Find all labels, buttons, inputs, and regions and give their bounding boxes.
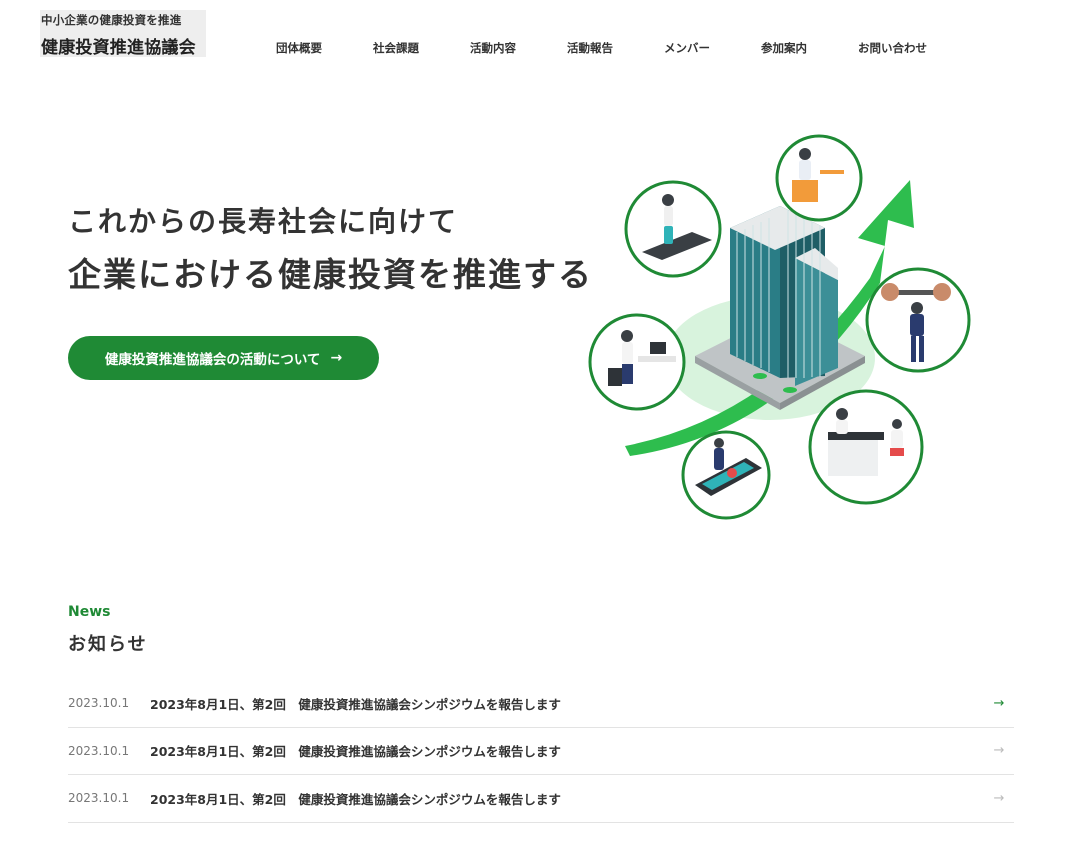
nav-item-reports[interactable]: 活動報告 xyxy=(567,40,613,56)
site-logo[interactable]: 中小企業の健康投資を推進 健康投資推進協議会 xyxy=(40,10,206,58)
nav-item-join[interactable]: 参加案内 xyxy=(761,40,807,56)
news-date: 2023.10.1 xyxy=(68,743,130,758)
nav-item-members[interactable]: メンバー xyxy=(664,40,710,56)
news-title: 2023年8月1日、第2回 健康投資推進協議会シンポジウムを報告します xyxy=(150,744,561,760)
site-name: 健康投資推進協議会 xyxy=(41,38,196,58)
news-label-en: News xyxy=(68,604,111,620)
cta-label: 健康投資推進協議会の活動について xyxy=(104,352,321,368)
news-date: 2023.10.1 xyxy=(68,696,130,711)
nav-item-about[interactable]: 団体概要 xyxy=(276,40,322,56)
news-date: 2023.10.1 xyxy=(68,791,130,806)
nav-item-issues[interactable]: 社会課題 xyxy=(373,40,419,56)
news-heading: お知らせ xyxy=(68,634,148,655)
news-item[interactable]: 2023.10.1 2023年8月1日、第2回 健康投資推進協議会シンポジウムを… xyxy=(68,728,1014,775)
arrow-right-icon: → xyxy=(993,743,1005,759)
news-list: 2023.10.1 2023年8月1日、第2回 健康投資推進協議会シンポジウムを… xyxy=(68,680,1014,823)
news-item[interactable]: 2023.10.1 2023年8月1日、第2回 健康投資推進協議会シンポジウムを… xyxy=(68,775,1014,823)
main-nav: 団体概要 社会課題 活動内容 活動報告 メンバー 参加案内 お問い合わせ xyxy=(276,40,927,56)
hero-illustration xyxy=(588,134,971,520)
news-title: 2023年8月1日、第2回 健康投資推進協議会シンポジウムを報告します xyxy=(150,696,561,712)
laptop-person-circle xyxy=(775,134,863,222)
news-item[interactable]: 2023.10.1 2023年8月1日、第2回 健康投資推進協議会シンポジウムを… xyxy=(68,680,1014,728)
hero-heading: 企業における健康投資を推進する xyxy=(68,255,593,294)
nav-item-contact[interactable]: お問い合わせ xyxy=(858,40,927,56)
arrow-right-icon: → xyxy=(330,350,343,366)
arrow-right-icon: → xyxy=(993,695,1005,711)
site-tagline: 中小企業の健康投資を推進 xyxy=(41,13,182,27)
hero-subheading: これからの長寿社会に向けて xyxy=(68,205,459,238)
arrow-right-icon: → xyxy=(993,790,1005,806)
activities-cta-button[interactable]: 健康投資推進協議会の活動について → xyxy=(68,336,379,380)
nav-item-activities[interactable]: 活動内容 xyxy=(470,40,516,56)
news-title: 2023年8月1日、第2回 健康投資推進協議会シンポジウムを報告します xyxy=(150,791,561,807)
